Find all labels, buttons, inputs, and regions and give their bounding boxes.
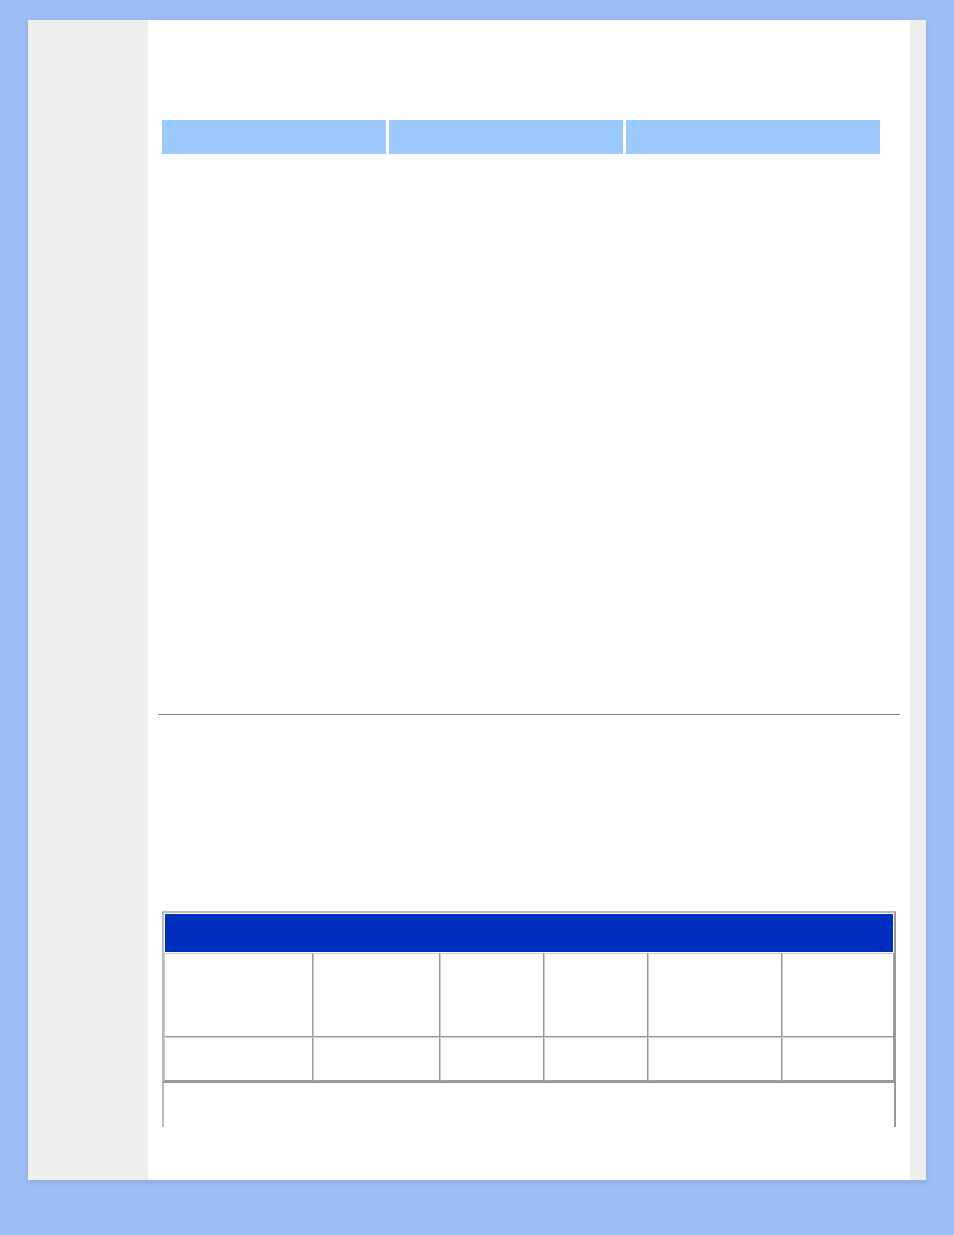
tab-3[interactable] [626, 120, 880, 154]
spacer [158, 715, 900, 911]
table-header [164, 913, 894, 953]
table-cell[interactable] [648, 953, 782, 1037]
table-row [164, 1037, 894, 1081]
main-content [148, 20, 910, 1180]
content-area [158, 164, 900, 714]
table-cell[interactable] [544, 953, 648, 1037]
table-footer-area [162, 1083, 896, 1127]
table-cell[interactable] [164, 1037, 313, 1081]
sidebar [28, 20, 148, 1180]
table-cell[interactable] [648, 1037, 782, 1081]
table-cell[interactable] [544, 1037, 648, 1081]
tab-1[interactable] [162, 120, 386, 154]
tab-2[interactable] [389, 120, 623, 154]
table-cell[interactable] [782, 1037, 894, 1081]
table-cell[interactable] [782, 953, 894, 1037]
table-cell[interactable] [313, 953, 440, 1037]
table-cell[interactable] [440, 1037, 544, 1081]
app-window [28, 20, 926, 1180]
tab-bar [158, 120, 900, 154]
table-row [164, 953, 894, 1037]
table-cell[interactable] [164, 953, 313, 1037]
data-table [162, 911, 896, 1083]
table-cell[interactable] [313, 1037, 440, 1081]
right-rail [910, 20, 926, 1180]
table-cell[interactable] [440, 953, 544, 1037]
data-table-wrap [158, 911, 900, 1083]
